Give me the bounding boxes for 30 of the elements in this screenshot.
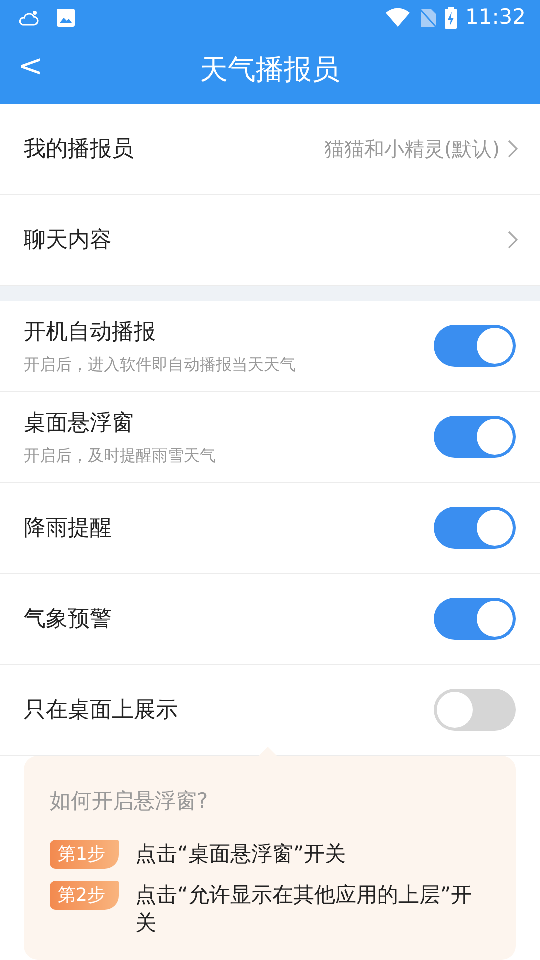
image-icon xyxy=(56,8,76,28)
row-label: 我的播报员 xyxy=(24,136,134,164)
clock-time: 11:32 xyxy=(465,4,526,32)
step-text: 点击“允许显示在其他应用的上层”开关 xyxy=(135,882,474,938)
chevron-right-icon xyxy=(508,231,518,249)
chevron-right-icon xyxy=(508,140,518,158)
toggle-hint: 开启后，及时提醒雨雪天气 xyxy=(24,444,216,466)
toggle-switch[interactable] xyxy=(434,689,516,731)
toggle-hint: 开启后，进入软件即自动播报当天天气 xyxy=(24,354,296,376)
toggle-label: 气象预警 xyxy=(24,606,112,634)
toggle-switch[interactable] xyxy=(434,416,516,458)
toggle-label: 桌面悬浮窗 xyxy=(24,410,135,438)
page-title: 天气播报员 xyxy=(200,52,340,88)
toggle-label: 降雨提醒 xyxy=(24,514,112,542)
wifi-icon xyxy=(385,8,412,28)
no-sim-icon xyxy=(419,8,438,28)
row-value: 猫猫和小精灵(默认) xyxy=(324,136,500,163)
step-text: 点击“桌面悬浮窗”开关 xyxy=(135,840,346,868)
toggle-label: 只在桌面上展示 xyxy=(24,696,178,724)
toggle-label: 开机自动播报 xyxy=(24,318,157,346)
step-label: 第1步 xyxy=(50,840,120,869)
battery-charging-icon xyxy=(445,7,458,29)
toggle-switch[interactable] xyxy=(434,598,516,640)
guide-title: 如何开启悬浮窗? xyxy=(50,788,210,815)
toggle-switch[interactable] xyxy=(434,507,516,549)
toggle-switch[interactable] xyxy=(434,325,516,367)
cloud-sun-icon xyxy=(18,9,40,27)
row-label: 聊天内容 xyxy=(24,226,112,254)
step-label: 第2步 xyxy=(50,880,120,910)
settings-row[interactable]: 我的播报员 猫猫和小精灵(默认) xyxy=(0,104,540,195)
